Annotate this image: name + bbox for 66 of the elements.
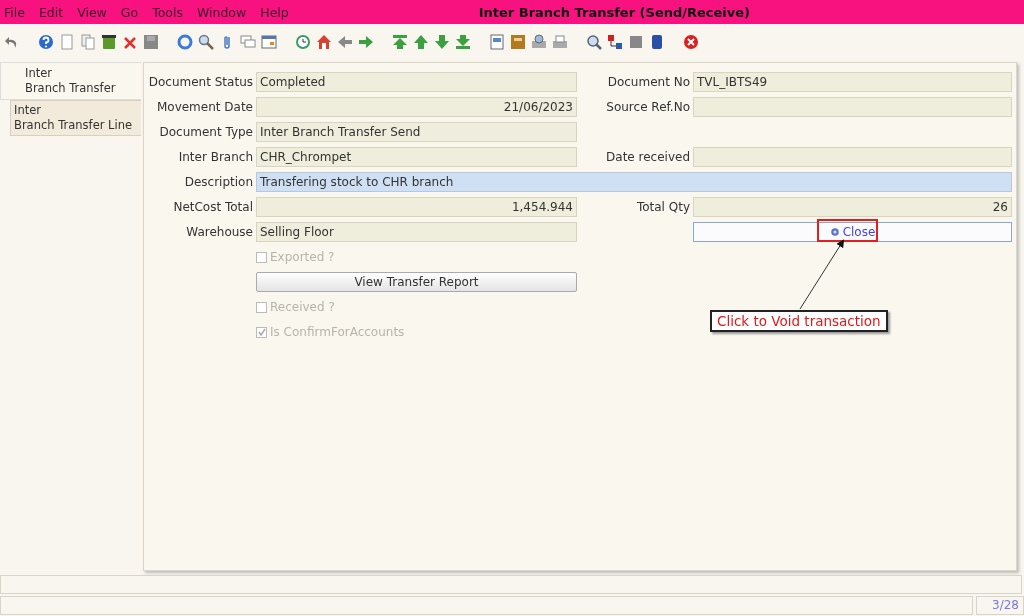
tab[interactable]: Inter Branch Transfer Line xyxy=(10,100,141,136)
save-icon[interactable] xyxy=(143,34,159,50)
report-button[interactable]: View Transfer Report xyxy=(256,272,577,292)
input-field[interactable]: TVL_IBTS49 xyxy=(693,72,1012,92)
delete-icon[interactable] xyxy=(122,34,138,50)
input-field[interactable] xyxy=(693,147,1012,167)
field-label: Document Type xyxy=(158,125,253,139)
window-title: Inter Branch Transfer (Send/Receive) xyxy=(477,4,752,20)
gear-icon[interactable] xyxy=(829,227,840,237)
field-label: Warehouse xyxy=(185,225,253,239)
left-arrow-icon[interactable] xyxy=(337,34,353,50)
input-field[interactable]: Selling Floor xyxy=(256,222,577,242)
input-field[interactable]: Transfering stock to CHR branch xyxy=(256,172,1012,192)
record-counter: 3/28 xyxy=(976,596,1024,615)
report-icon[interactable] xyxy=(489,34,505,50)
field-label: Inter Branch xyxy=(177,150,253,164)
field-label: Total Qty xyxy=(635,200,690,214)
field-label: Description xyxy=(183,175,253,189)
last-record-icon[interactable] xyxy=(455,34,471,50)
close-button[interactable]: Close xyxy=(693,222,1012,242)
workflow-icon[interactable] xyxy=(607,34,623,50)
input-field[interactable]: Inter Branch Transfer Send xyxy=(256,122,577,142)
arrow xyxy=(799,239,845,310)
down-arrow-icon[interactable] xyxy=(434,34,450,50)
checkmark-icon xyxy=(257,328,266,336)
callout-text: Click to Void transaction xyxy=(710,310,888,332)
print-preview-icon[interactable] xyxy=(531,34,547,50)
input-field[interactable]: CHR_Chrompet xyxy=(256,147,577,167)
tab[interactable]: Inter Branch Transfer xyxy=(0,62,141,100)
input-field[interactable]: 26 xyxy=(693,197,1012,217)
first-record-icon[interactable] xyxy=(392,34,408,50)
right-arrow-icon[interactable] xyxy=(358,34,374,50)
menu-item[interactable]: Help xyxy=(260,4,289,20)
field-label: NetCost Total xyxy=(172,200,253,214)
input-field[interactable]: Completed xyxy=(256,72,577,92)
block-icon[interactable] xyxy=(628,34,644,50)
zoom-icon[interactable] xyxy=(586,34,602,50)
menu-item[interactable]: Tools xyxy=(152,4,183,20)
menu-item[interactable]: Go xyxy=(120,4,139,20)
home-icon[interactable] xyxy=(316,34,332,50)
history-icon[interactable] xyxy=(295,34,311,50)
highlight-frame xyxy=(817,219,878,242)
menu-item[interactable]: Edit xyxy=(38,4,64,20)
field-label: Movement Date xyxy=(155,100,253,114)
close-icon[interactable] xyxy=(683,34,699,50)
refresh-icon[interactable] xyxy=(177,34,193,50)
search-icon[interactable] xyxy=(198,34,214,50)
field-label: Date received xyxy=(605,150,690,164)
calendar-icon[interactable] xyxy=(261,34,277,50)
block-icon[interactable] xyxy=(649,34,665,50)
bin-icon[interactable] xyxy=(101,34,117,50)
menu-item[interactable]: Window xyxy=(196,4,247,20)
printer-icon[interactable] xyxy=(552,34,568,50)
input-field[interactable] xyxy=(693,97,1012,117)
copy-icon[interactable] xyxy=(80,34,96,50)
chat-icon[interactable] xyxy=(240,34,256,50)
input-field[interactable]: 21/06/2023 xyxy=(256,97,577,117)
field-label: Source Ref.No xyxy=(605,100,690,114)
archive-icon[interactable] xyxy=(510,34,526,50)
field-label: Document Status xyxy=(147,75,253,89)
field-label: Document No xyxy=(606,75,690,89)
menu-item[interactable]: File xyxy=(4,4,25,20)
menu-item[interactable]: View xyxy=(77,4,107,20)
help-icon[interactable] xyxy=(38,34,54,50)
input-field[interactable]: 1,454.944 xyxy=(256,197,577,217)
up-arrow-icon[interactable] xyxy=(413,34,429,50)
